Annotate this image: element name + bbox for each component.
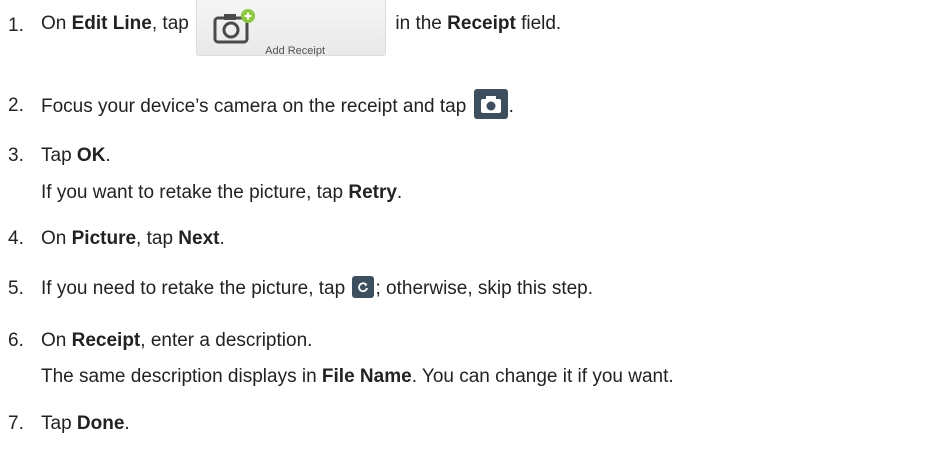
step-6-note: The same description displays in File Na… — [41, 366, 674, 387]
step-number: 4. — [8, 228, 24, 249]
step-1-text: On Edit Line, tap Add Receipt in the Rec… — [41, 0, 561, 57]
step-number: 7. — [8, 413, 24, 434]
step-number: 2. — [8, 95, 24, 116]
add-receipt-button[interactable]: Add Receipt — [196, 0, 387, 57]
step-number: 3. — [8, 145, 24, 166]
step-number: 5. — [8, 278, 24, 299]
refresh-icon — [358, 282, 369, 293]
retake-button[interactable] — [352, 275, 375, 298]
step-number: 1. — [8, 15, 24, 36]
step-number: 6. — [8, 330, 24, 351]
add-receipt-label: Add Receipt — [265, 45, 326, 57]
step-3-note: If you want to retake the picture, tap R… — [41, 182, 403, 203]
camera-icon — [480, 96, 501, 113]
camera-plus-icon — [213, 9, 256, 44]
shutter-button[interactable] — [473, 89, 508, 119]
